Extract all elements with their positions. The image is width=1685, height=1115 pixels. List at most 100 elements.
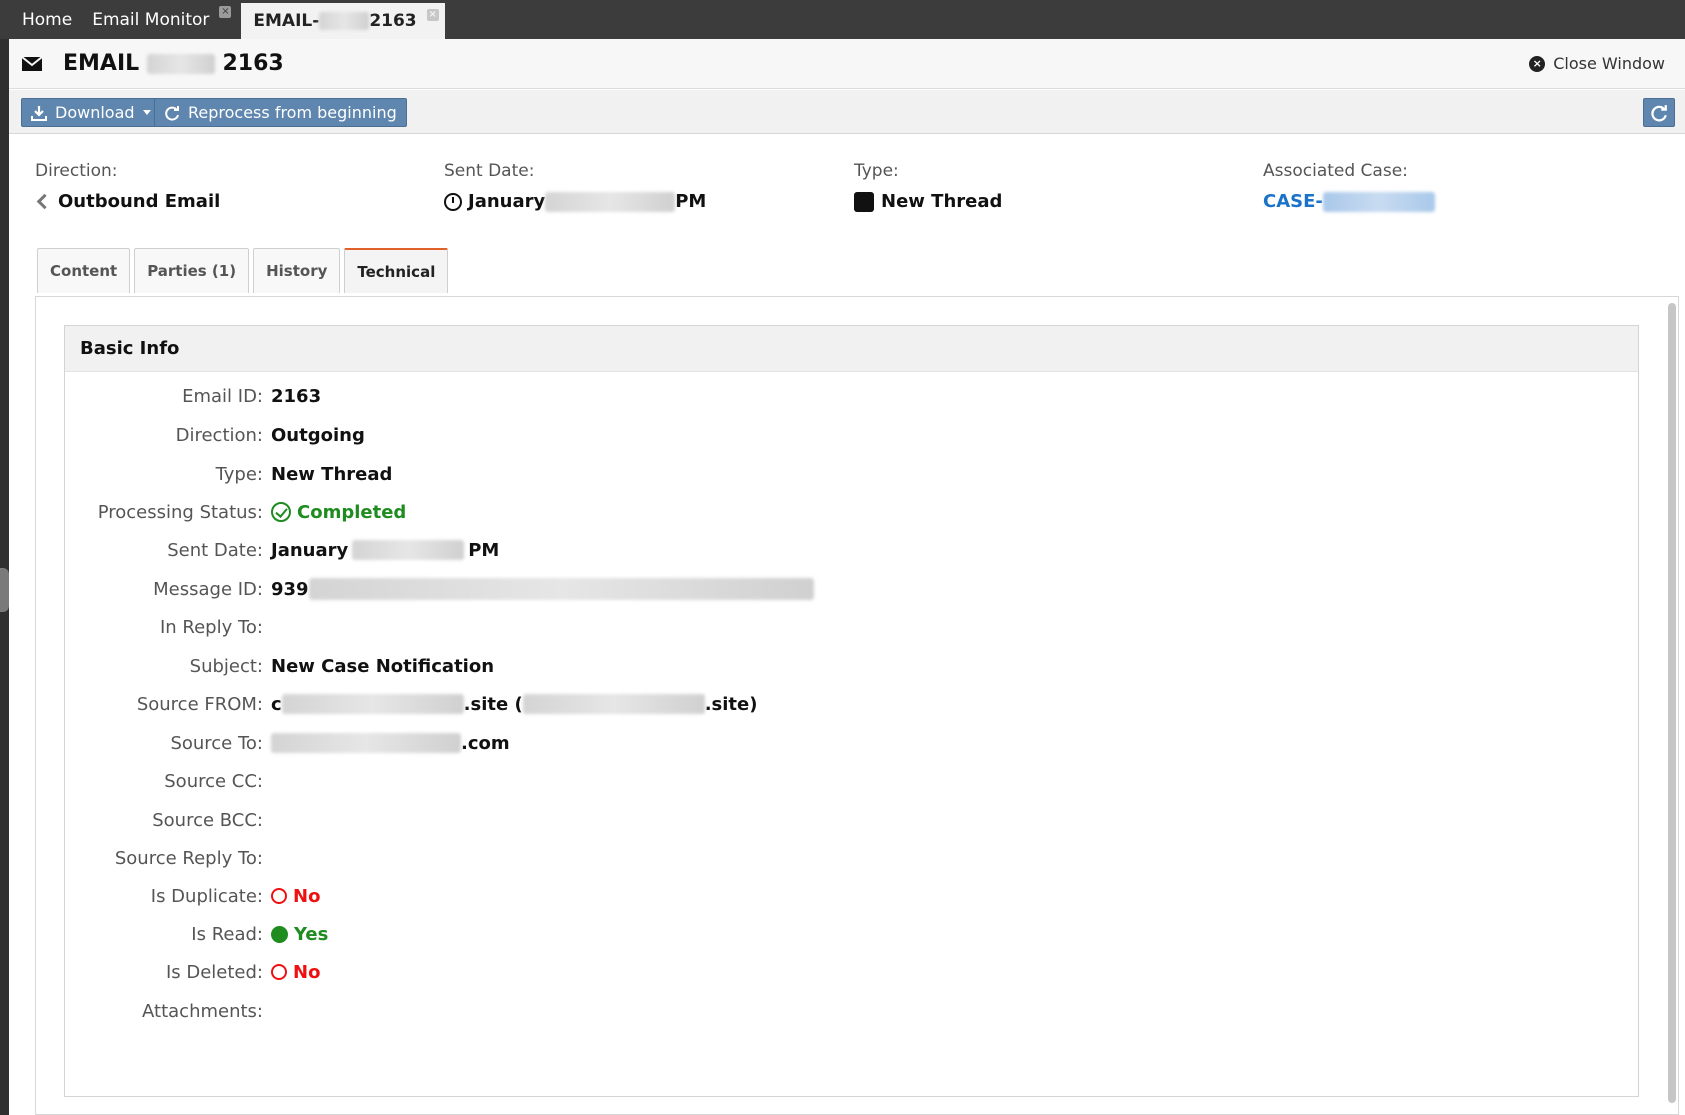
field-email-id: Email ID: 2163: [65, 381, 1640, 411]
scrollbar[interactable]: [1668, 303, 1676, 1103]
field-label: Subject:: [189, 655, 263, 677]
case-prefix: CASE-: [1263, 191, 1323, 212]
square-icon: [854, 191, 874, 212]
sent-suffix: PM: [468, 539, 500, 561]
chevron-down-icon: [142, 110, 151, 115]
email-window: EMAIL 2163 × Close Window Download Repro…: [9, 39, 1685, 1115]
tab-email-detail-prefix: EMAIL-: [253, 11, 320, 31]
redacted-text: [308, 578, 814, 600]
envelope-icon: [21, 55, 43, 71]
field-is-deleted: Is Deleted: No: [65, 957, 1640, 987]
sent-suffix: PM: [675, 191, 707, 212]
close-circle-icon: ×: [1529, 55, 1546, 72]
redacted-text: [545, 191, 676, 212]
summary-type-label: Type:: [854, 161, 899, 181]
field-label: Is Duplicate:: [150, 885, 263, 907]
to-end: .com: [461, 732, 510, 754]
reprocess-label: Reprocess from beginning: [188, 103, 397, 122]
from-start: c: [271, 693, 282, 715]
sidebar-collapse-handle[interactable]: [0, 568, 9, 612]
refresh-icon: [165, 105, 179, 121]
message-id-prefix: 939: [271, 578, 309, 600]
tab-home[interactable]: Home: [12, 0, 82, 39]
field-value: Outgoing: [271, 424, 365, 446]
field-label: Message ID:: [153, 578, 263, 600]
field-label: Sent Date:: [167, 539, 263, 561]
field-value: .com: [271, 733, 510, 754]
summary-case-label: Associated Case:: [1263, 161, 1408, 181]
filled-circle-icon: [271, 925, 288, 943]
field-value: January PM: [271, 540, 499, 561]
field-label: Type:: [215, 463, 263, 485]
close-window-label: Close Window: [1553, 54, 1665, 73]
basic-info-card: Basic Info Email ID: 2163 Direction: Out…: [64, 325, 1639, 1097]
field-source-bcc: Source BCC:: [65, 805, 1640, 835]
deleted-value: No: [271, 962, 320, 983]
toolbar: Download Reprocess from beginning: [9, 90, 1685, 134]
field-attachments: Attachments:: [65, 996, 1640, 1026]
tab-parties[interactable]: Parties (1): [134, 248, 250, 293]
close-window-button[interactable]: × Close Window: [1529, 54, 1665, 73]
window-titlebar: EMAIL 2163 × Close Window: [9, 39, 1685, 89]
download-icon: [31, 105, 47, 121]
summary-sent-label: Sent Date:: [444, 161, 535, 181]
duplicate-value: No: [271, 886, 320, 907]
field-sent-date: Sent Date: January PM: [65, 535, 1640, 565]
field-is-read: Is Read: Yes: [65, 919, 1640, 949]
clock-icon: [444, 192, 462, 211]
redacted-text: [271, 733, 461, 753]
field-value: 2163: [271, 385, 322, 407]
field-source-to: Source To: .com: [65, 728, 1640, 758]
close-icon[interactable]: ×: [219, 6, 232, 18]
refresh-icon: [1651, 104, 1667, 121]
tab-history[interactable]: History: [253, 248, 341, 293]
email-summary: Direction: Outbound Email Sent Date: Jan…: [9, 161, 1685, 251]
redacted-text: [522, 694, 705, 714]
field-is-duplicate: Is Duplicate: No: [65, 881, 1640, 911]
status-value: Completed: [271, 502, 406, 523]
field-processing-status: Processing Status: Completed: [65, 497, 1640, 527]
redacted-text: [1322, 191, 1435, 212]
summary-sent-value: January PM: [444, 191, 706, 212]
field-subject: Subject: New Case Notification: [65, 651, 1640, 681]
redacted-text: [281, 694, 464, 714]
refresh-button[interactable]: [1643, 98, 1675, 127]
empty-circle-icon: [271, 964, 287, 980]
window-title-prefix: EMAIL: [63, 51, 140, 76]
app-tab-bar: Home Email Monitor × EMAIL- 2163 ×: [0, 0, 1685, 39]
field-label: Direction:: [175, 424, 263, 446]
tab-email-detail-suffix: 2163: [369, 11, 417, 31]
tab-home-label: Home: [22, 9, 73, 30]
summary-direction-value: Outbound Email: [35, 191, 220, 212]
summary-case: Associated Case: CASE-: [1263, 161, 1435, 212]
case-link[interactable]: CASE-: [1263, 191, 1435, 212]
window-title-suffix: 2163: [222, 51, 284, 76]
tab-email-monitor[interactable]: Email Monitor ×: [82, 0, 232, 39]
close-icon[interactable]: ×: [426, 9, 439, 21]
field-message-id: Message ID: 939: [65, 574, 1640, 604]
field-label: Processing Status:: [97, 501, 263, 523]
field-source-cc: Source CC:: [65, 766, 1640, 796]
technical-panel: Basic Info Email ID: 2163 Direction: Out…: [35, 296, 1679, 1115]
field-type: Type: New Thread: [65, 459, 1640, 489]
field-label: Source To:: [170, 732, 263, 754]
field-label: Source BCC:: [152, 809, 263, 831]
tab-content[interactable]: Content: [37, 248, 131, 293]
reprocess-button[interactable]: Reprocess from beginning: [154, 98, 407, 127]
summary-direction-label: Direction:: [35, 161, 118, 181]
redacted-text: [146, 54, 215, 74]
field-source-reply-to: Source Reply To:: [65, 843, 1640, 873]
summary-sent-date: Sent Date: January PM: [444, 161, 706, 212]
summary-type-value: New Thread: [854, 191, 1002, 212]
basic-info-heading: Basic Info: [65, 326, 1638, 372]
field-label: Is Read:: [191, 923, 263, 945]
field-label: Email ID:: [182, 385, 263, 407]
field-label: Source Reply To:: [114, 847, 263, 869]
tab-technical[interactable]: Technical: [344, 248, 449, 293]
sent-prefix: January: [468, 191, 546, 212]
download-button[interactable]: Download: [21, 98, 161, 127]
tab-email-detail[interactable]: EMAIL- 2163 ×: [241, 3, 445, 39]
content-tabs: Content Parties (1) History Technical: [37, 248, 452, 293]
duplicate-text: No: [293, 885, 321, 907]
summary-type: Type: New Thread: [854, 161, 1002, 212]
